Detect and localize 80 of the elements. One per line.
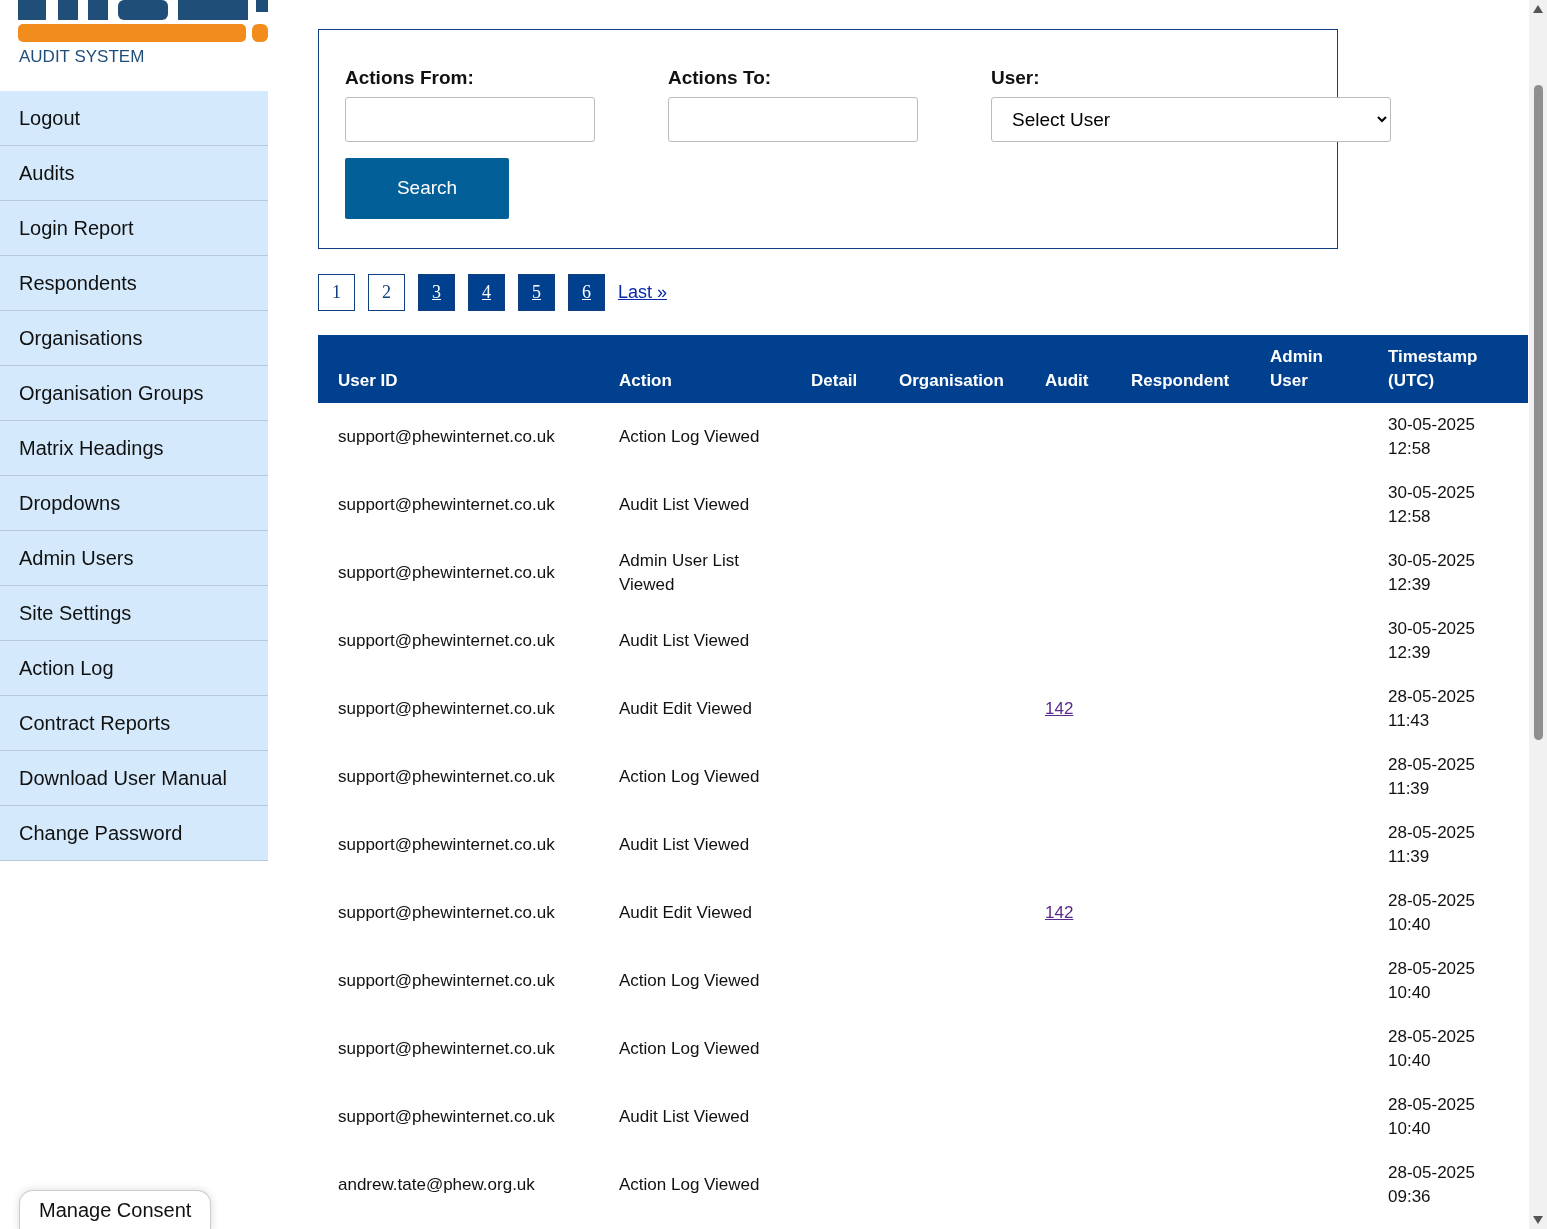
- table-cell-text: 28-05-2025 11:39: [1387, 754, 1476, 800]
- page-link[interactable]: 1: [318, 273, 355, 311]
- table-cell-text: 30-05-2025 12:39: [1387, 550, 1476, 596]
- sidebar-item[interactable]: Contract Reports: [0, 696, 268, 751]
- table-cell-text: Audit List Viewed: [618, 834, 751, 856]
- column-header: Detail: [791, 335, 879, 403]
- user-select[interactable]: Select User: [991, 96, 1391, 142]
- table-cell-text: Audit Edit Viewed: [618, 902, 753, 924]
- table-cell: 30-05-2025 12:58: [1368, 403, 1528, 471]
- sidebar-item[interactable]: Site Settings: [0, 586, 268, 641]
- sidebar-item[interactable]: Respondents: [0, 256, 268, 311]
- table-cell-text: support@phewinternet.co.uk: [337, 902, 556, 924]
- page-link[interactable]: 2: [368, 273, 405, 311]
- page-link[interactable]: 6: [568, 273, 605, 311]
- table-cell: support@phewinternet.co.uk: [318, 403, 599, 471]
- sidebar-item[interactable]: Matrix Headings: [0, 421, 268, 476]
- column-header: Admin User: [1250, 335, 1368, 403]
- date-field[interactable]: [668, 96, 918, 142]
- logo-subtitle: AUDIT SYSTEM: [19, 46, 145, 68]
- date-field[interactable]: [345, 96, 595, 142]
- sidebar-item[interactable]: Action Log: [0, 641, 268, 696]
- table-cell: Action Log Viewed: [599, 403, 791, 471]
- column-header: Timestamp (UTC): [1368, 335, 1528, 403]
- page-link[interactable]: 4: [468, 273, 505, 311]
- table-cell-text: 28-05-2025 10:40: [1387, 1094, 1476, 1140]
- table-cell-text: 28-05-2025 11:39: [1387, 822, 1476, 868]
- table-cell-text: Audit Edit Viewed: [618, 698, 753, 720]
- table-cell-text: support@phewinternet.co.uk: [337, 630, 556, 652]
- table-cell-text: Action Log Viewed: [618, 1038, 761, 1060]
- table-cell-text: 30-05-2025 12:39: [1387, 618, 1476, 664]
- field-label: User:: [991, 66, 1041, 90]
- sidebar-item[interactable]: Logout: [0, 91, 268, 146]
- sidebar-item[interactable]: Organisations: [0, 311, 268, 366]
- table-cell-text: 28-05-2025 11:43: [1387, 686, 1476, 732]
- page-link[interactable]: 5: [518, 273, 555, 311]
- table-cell-text: Audit List Viewed: [618, 1106, 751, 1128]
- field-label: Actions To:: [668, 66, 773, 90]
- sidebar-item[interactable]: Admin Users: [0, 531, 268, 586]
- column-header: User ID: [318, 335, 599, 403]
- sidebar-item[interactable]: Download User Manual: [0, 751, 268, 806]
- table-cell-text: support@phewinternet.co.uk: [337, 562, 556, 584]
- table-cell-text: Admin User List Viewed: [618, 550, 740, 596]
- last-page-link[interactable]: Last »: [618, 278, 668, 306]
- column-header: Organisation: [879, 335, 1025, 403]
- table-cell-text: Action Log Viewed: [618, 970, 761, 992]
- table-cell-text: 28-05-2025 10:40: [1387, 1026, 1476, 1072]
- table-cell-text: Action Log Viewed: [618, 766, 761, 788]
- page-link[interactable]: 3: [418, 273, 455, 311]
- sidebar-item[interactable]: Change Password: [0, 806, 268, 861]
- table-cell-text: Action Log Viewed: [618, 1174, 761, 1196]
- table-cell-text: 28-05-2025 09:36: [1387, 1162, 1476, 1208]
- table-cell-text: Audit List Viewed: [618, 494, 751, 516]
- search-button[interactable]: Search: [345, 157, 509, 219]
- column-header: Audit: [1025, 335, 1111, 403]
- table-cell-text: support@phewinternet.co.uk: [337, 494, 556, 516]
- table-cell-text: andrew.tate@phew.org.uk: [337, 1174, 536, 1196]
- scroll-down-icon[interactable]: [1533, 1216, 1543, 1224]
- table-cell-text: support@phewinternet.co.uk: [337, 1106, 556, 1128]
- manage-consent-button[interactable]: Manage Consent: [19, 1190, 212, 1229]
- table-cell-text: Audit List Viewed: [618, 630, 751, 652]
- scrollbar[interactable]: [1529, 0, 1547, 1229]
- table-cell-text: support@phewinternet.co.uk: [337, 766, 556, 788]
- table-cell-text: support@phewinternet.co.uk: [337, 970, 556, 992]
- field-label: Actions From:: [345, 66, 475, 90]
- sidebar-item[interactable]: Login Report: [0, 201, 268, 256]
- table-cell-text: support@phewinternet.co.uk: [337, 1038, 556, 1060]
- scroll-up-icon[interactable]: [1533, 5, 1543, 13]
- table-cell-text: 30-05-2025 12:58: [1387, 482, 1476, 528]
- audit-link[interactable]: 142: [1045, 699, 1074, 718]
- sidebar-item[interactable]: Organisation Groups: [0, 366, 268, 421]
- table-cell-text: 28-05-2025 10:40: [1387, 890, 1476, 936]
- column-header: Respondent: [1111, 335, 1250, 403]
- table-cell-text: 28-05-2025 10:40: [1387, 958, 1476, 1004]
- logo-icon: [18, 0, 268, 44]
- sidebar-item[interactable]: Dropdowns: [0, 476, 268, 531]
- audit-link[interactable]: 142: [1045, 903, 1074, 922]
- table-cell-text: support@phewinternet.co.uk: [337, 698, 556, 720]
- column-header: Action: [599, 335, 791, 403]
- sidebar-item[interactable]: Audits: [0, 146, 268, 201]
- table-cell-text: support@phewinternet.co.uk: [337, 834, 556, 856]
